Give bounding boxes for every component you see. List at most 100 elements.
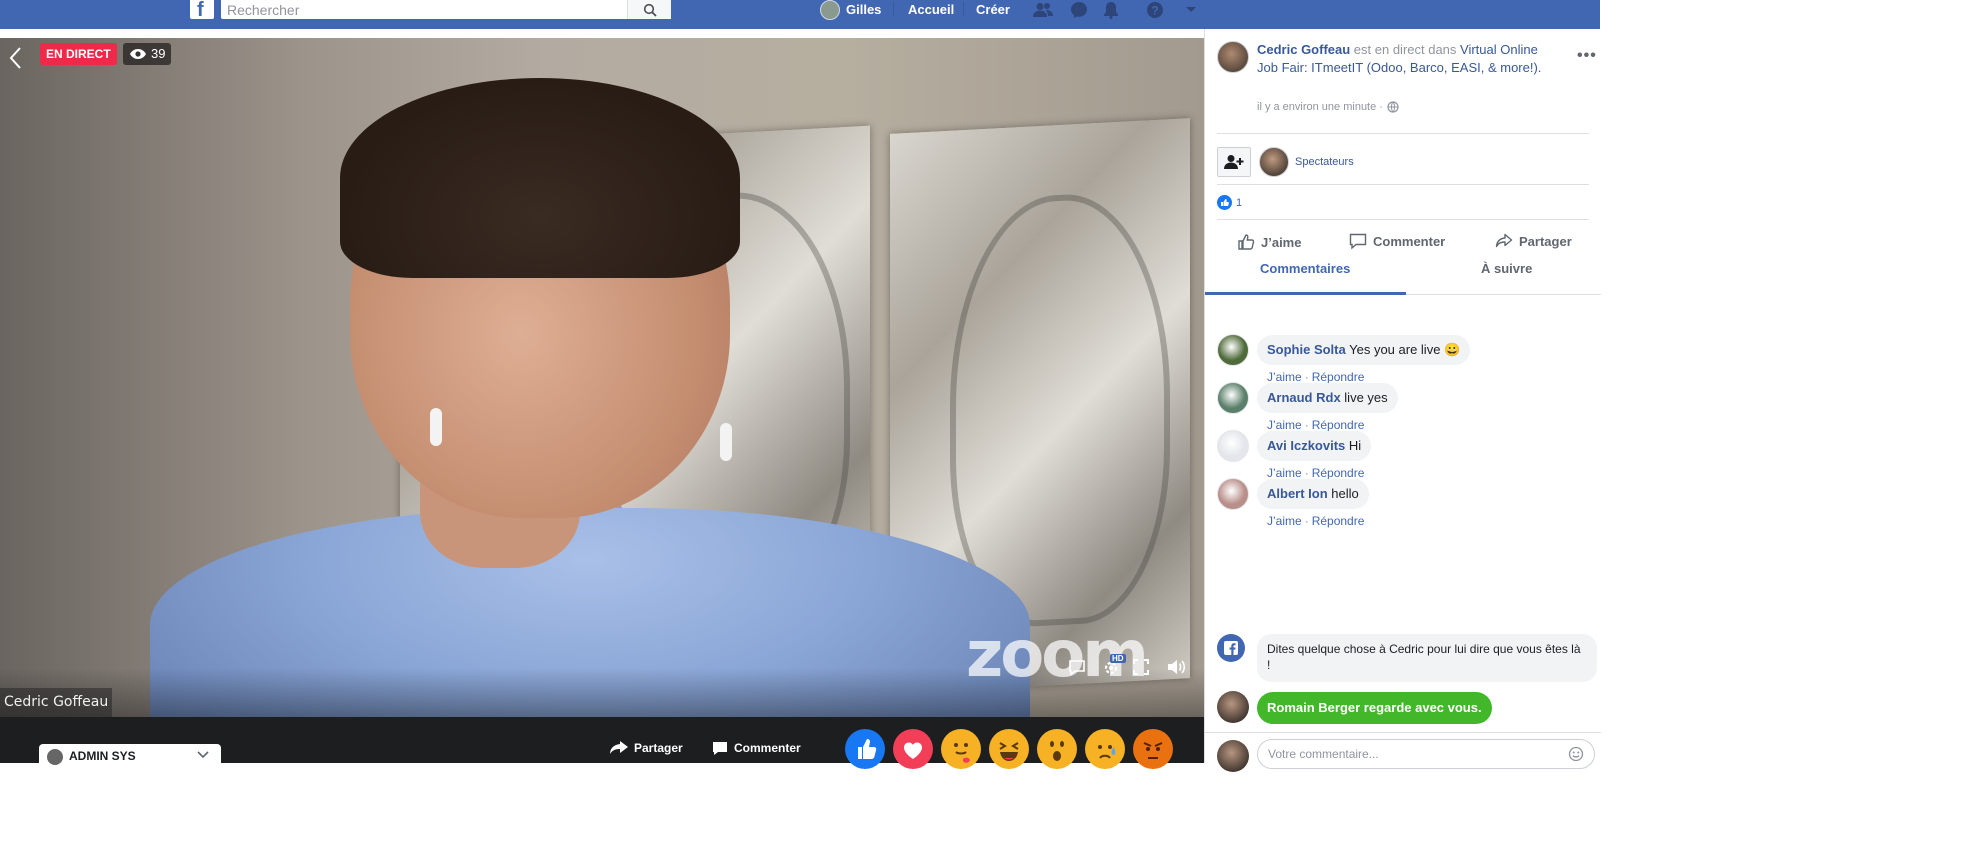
share-outline-icon <box>1495 233 1513 248</box>
comment-author-link[interactable]: Sophie Solta <box>1267 342 1346 357</box>
captions-button[interactable] <box>1066 656 1088 678</box>
profile-link[interactable]: Gilles <box>820 0 882 20</box>
fullscreen-button[interactable] <box>1130 656 1152 678</box>
live-notice: Dites quelque chose à Cedric pour lui di… <box>1257 634 1597 682</box>
comment-icon <box>713 741 727 755</box>
comment-author-link[interactable]: Arnaud Rdx <box>1267 390 1341 405</box>
divider <box>1217 133 1589 134</box>
share-label: Partager <box>1519 233 1572 249</box>
sad-face-icon <box>1098 745 1116 759</box>
comment-reply-link[interactable]: Répondre <box>1312 370 1365 384</box>
eye-icon <box>130 49 146 59</box>
reaction-summary[interactable]: 1 <box>1217 195 1242 210</box>
watching-avatar[interactable] <box>1217 691 1249 723</box>
fullscreen-icon <box>1133 659 1149 675</box>
comment-bubble: Arnaud Rdx live yes <box>1257 383 1398 413</box>
comment-like-link[interactable]: J’aime <box>1267 418 1302 432</box>
profile-avatar <box>820 0 840 20</box>
nav-create-label: Créer <box>976 2 1010 17</box>
tab-follow[interactable]: À suivre <box>1481 261 1532 287</box>
commenter-avatar[interactable] <box>1217 478 1249 510</box>
more-options-button[interactable]: ••• <box>1577 47 1597 65</box>
tab-comments[interactable]: Commentaires <box>1260 261 1350 287</box>
live-in-text: est en direct dans <box>1350 42 1461 57</box>
comment-reply-link[interactable]: Répondre <box>1312 466 1365 480</box>
care-reaction-button[interactable] <box>941 729 981 769</box>
watching-together-badge: Romain Berger regarde avec vous. <box>1257 692 1492 724</box>
video-comment-label: Commenter <box>734 741 801 755</box>
nav-home-link[interactable]: Accueil <box>908 0 954 19</box>
invite-friends-button[interactable] <box>1217 147 1251 177</box>
chevron-left-icon <box>9 47 21 69</box>
spectators-link[interactable]: Spectateurs <box>1295 156 1354 168</box>
profile-name: Gilles <box>846 2 882 17</box>
comment-input[interactable] <box>1268 747 1558 761</box>
love-reaction-button[interactable] <box>893 729 933 769</box>
comment-bubble: Albert Ion hello <box>1257 479 1369 509</box>
video-share-button[interactable]: Partager <box>610 739 683 757</box>
notifications-button[interactable] <box>1100 0 1122 19</box>
comment-like-link[interactable]: J’aime <box>1267 370 1302 384</box>
settings-button[interactable]: HD <box>1100 654 1126 678</box>
commenter-avatar[interactable] <box>1217 430 1249 462</box>
search-box <box>221 0 671 19</box>
commenter-avatar[interactable] <box>1217 382 1249 414</box>
add-person-icon <box>1224 155 1244 169</box>
author-name-link[interactable]: Cedric Goffeau <box>1257 42 1350 57</box>
divider <box>1217 219 1589 220</box>
friend-requests-button[interactable] <box>1032 0 1054 19</box>
volume-button[interactable] <box>1165 656 1187 678</box>
divider <box>1217 184 1589 185</box>
post-header-text: Cedric Goffeau est en direct dans Virtua… <box>1257 41 1557 77</box>
friends-icon <box>1033 2 1053 17</box>
sad-reaction-button[interactable] <box>1085 729 1125 769</box>
like-count: 1 <box>1236 196 1243 209</box>
search-icon <box>643 3 657 17</box>
comment-reply-link[interactable]: Répondre <box>1312 418 1365 432</box>
caret-down-icon <box>1186 6 1196 12</box>
nav-divider <box>963 2 964 16</box>
help-icon: ? <box>1147 1 1163 18</box>
spectator-avatar[interactable] <box>1259 147 1289 177</box>
comment-like-link[interactable]: J’aime <box>1267 466 1302 480</box>
comment-like-link[interactable]: J’aime <box>1267 514 1302 528</box>
video-comment-button[interactable]: Commenter <box>712 739 801 757</box>
globe-icon <box>1387 101 1399 113</box>
account-menu-button[interactable] <box>1180 0 1202 19</box>
commenter-avatar[interactable] <box>1217 334 1249 366</box>
speaker-icon <box>1168 660 1186 674</box>
help-button[interactable]: ? <box>1144 0 1166 19</box>
comment-button[interactable]: Commenter <box>1349 233 1445 250</box>
participant-name-tag: Cedric Goffeau <box>0 688 113 717</box>
comment-actions: J’aime · Répondre <box>1267 370 1364 384</box>
facebook-logo-icon[interactable]: f <box>190 0 214 21</box>
post-timestamp[interactable]: il y a environ une minute · <box>1257 101 1383 113</box>
active-tab-underline <box>1205 292 1406 295</box>
search-input[interactable] <box>221 0 629 19</box>
live-video-player[interactable]: EN DIRECT 39 Cedric Goffeau zoom HD <box>0 38 1204 717</box>
share-button[interactable]: Partager <box>1495 233 1572 249</box>
comment-author-link[interactable]: Avi Iczkovits <box>1267 438 1345 453</box>
separator-dot: · <box>1304 418 1309 432</box>
laughing-face-icon <box>999 742 1019 761</box>
logo-letter: f <box>197 0 204 21</box>
care-face-icon <box>954 743 970 763</box>
top-navigation-bar: f Gilles Accueil Créer ? <box>0 0 1600 29</box>
wow-reaction-button[interactable] <box>1037 729 1077 769</box>
earbud-right <box>720 423 732 461</box>
emoji-icon[interactable] <box>1568 746 1584 762</box>
comment-author-link[interactable]: Albert Ion <box>1267 486 1328 501</box>
speech-bubble-icon <box>1069 660 1085 676</box>
comment-reply-link[interactable]: Répondre <box>1312 514 1365 528</box>
haha-reaction-button[interactable] <box>989 729 1029 769</box>
back-button[interactable] <box>5 44 27 72</box>
angry-reaction-button[interactable] <box>1133 729 1173 769</box>
like-button[interactable]: J’aime <box>1237 233 1301 251</box>
nav-create-link[interactable]: Créer <box>976 0 1010 19</box>
author-avatar[interactable] <box>1217 41 1249 73</box>
like-reaction-button[interactable] <box>845 729 885 769</box>
search-button[interactable] <box>627 0 671 19</box>
messenger-button[interactable] <box>1068 0 1090 19</box>
post-as-selector[interactable]: ADMIN SYS <box>39 744 221 765</box>
page: f Gilles Accueil Créer ? <box>0 0 1983 856</box>
